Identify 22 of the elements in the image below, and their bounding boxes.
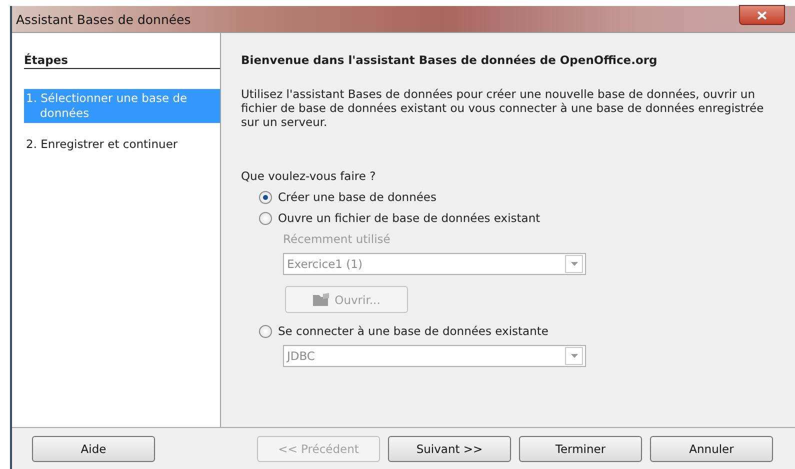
option-label[interactable]: Se connecter à une base de données existante <box>278 324 548 338</box>
option-label[interactable]: Créer une base de données <box>278 190 437 204</box>
caret-icon <box>570 354 578 358</box>
radio-button[interactable] <box>259 324 272 338</box>
folder-icon <box>312 293 331 306</box>
question-label: Que voulez-vous faire ? <box>241 169 377 183</box>
caret-icon <box>570 262 578 266</box>
dialog-button[interactable]: Aide <box>32 436 155 462</box>
radio-button[interactable] <box>259 190 272 204</box>
steps-heading: Étapes <box>24 53 220 69</box>
step-item[interactable]: 2. Enregistrer et continuer <box>24 135 220 154</box>
window-title: Assistant Bases de données <box>16 12 191 26</box>
intro-text: Utilisez l'assistant Bases de données pour créer une nouvelle base de données, ouvrir un fichier de base de données existant ou vous connecter à une base de données enregistrée sur un serveur. <box>241 87 765 129</box>
close-icon <box>757 10 767 20</box>
field-label: Récemment utilisé <box>283 232 392 246</box>
dialog-button[interactable]: Suivant >> <box>388 436 511 462</box>
dialog-button[interactable]: Annuler <box>650 436 773 462</box>
dialog-button[interactable]: Terminer <box>519 436 642 462</box>
close-button[interactable] <box>739 5 785 25</box>
page-title: Bienvenue dans l'assistant Bases de données de OpenOffice.org <box>241 53 658 67</box>
option-label[interactable]: Ouvre un fichier de base de données existant <box>278 211 540 225</box>
radio-button[interactable] <box>259 212 272 224</box>
